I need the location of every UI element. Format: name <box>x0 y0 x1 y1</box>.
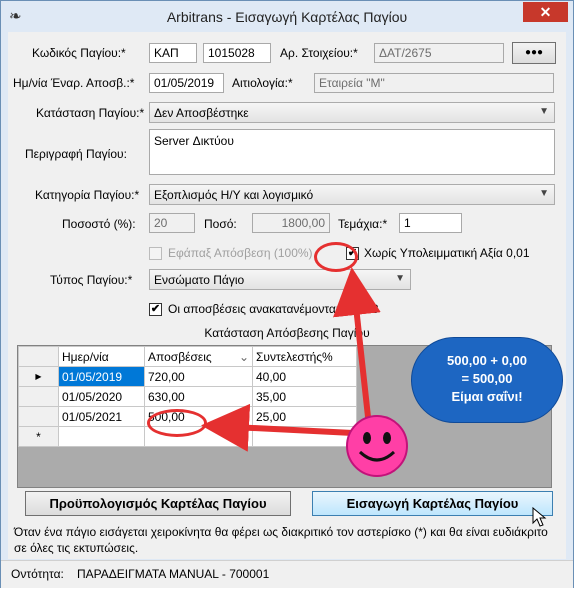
speech-bubble: 500,00 + 0,00 = 500,00 Είμαι σαΐνι! <box>411 337 563 423</box>
arrow-to-amount <box>201 403 354 452</box>
smiley-face-icon <box>346 415 408 477</box>
application-window: ❧ Arbitrans - Εισαγωγή Καρτέλας Παγίου ✕… <box>0 0 574 588</box>
bubble-line-2: = 500,00 <box>461 371 513 386</box>
annotation-arrows <box>201 267 381 452</box>
bubble-line-1: 500,00 + 0,00 <box>447 353 527 368</box>
arrow-to-checkbox <box>333 267 381 427</box>
bubble-line-3: Είμαι σαΐνι! <box>451 389 523 404</box>
